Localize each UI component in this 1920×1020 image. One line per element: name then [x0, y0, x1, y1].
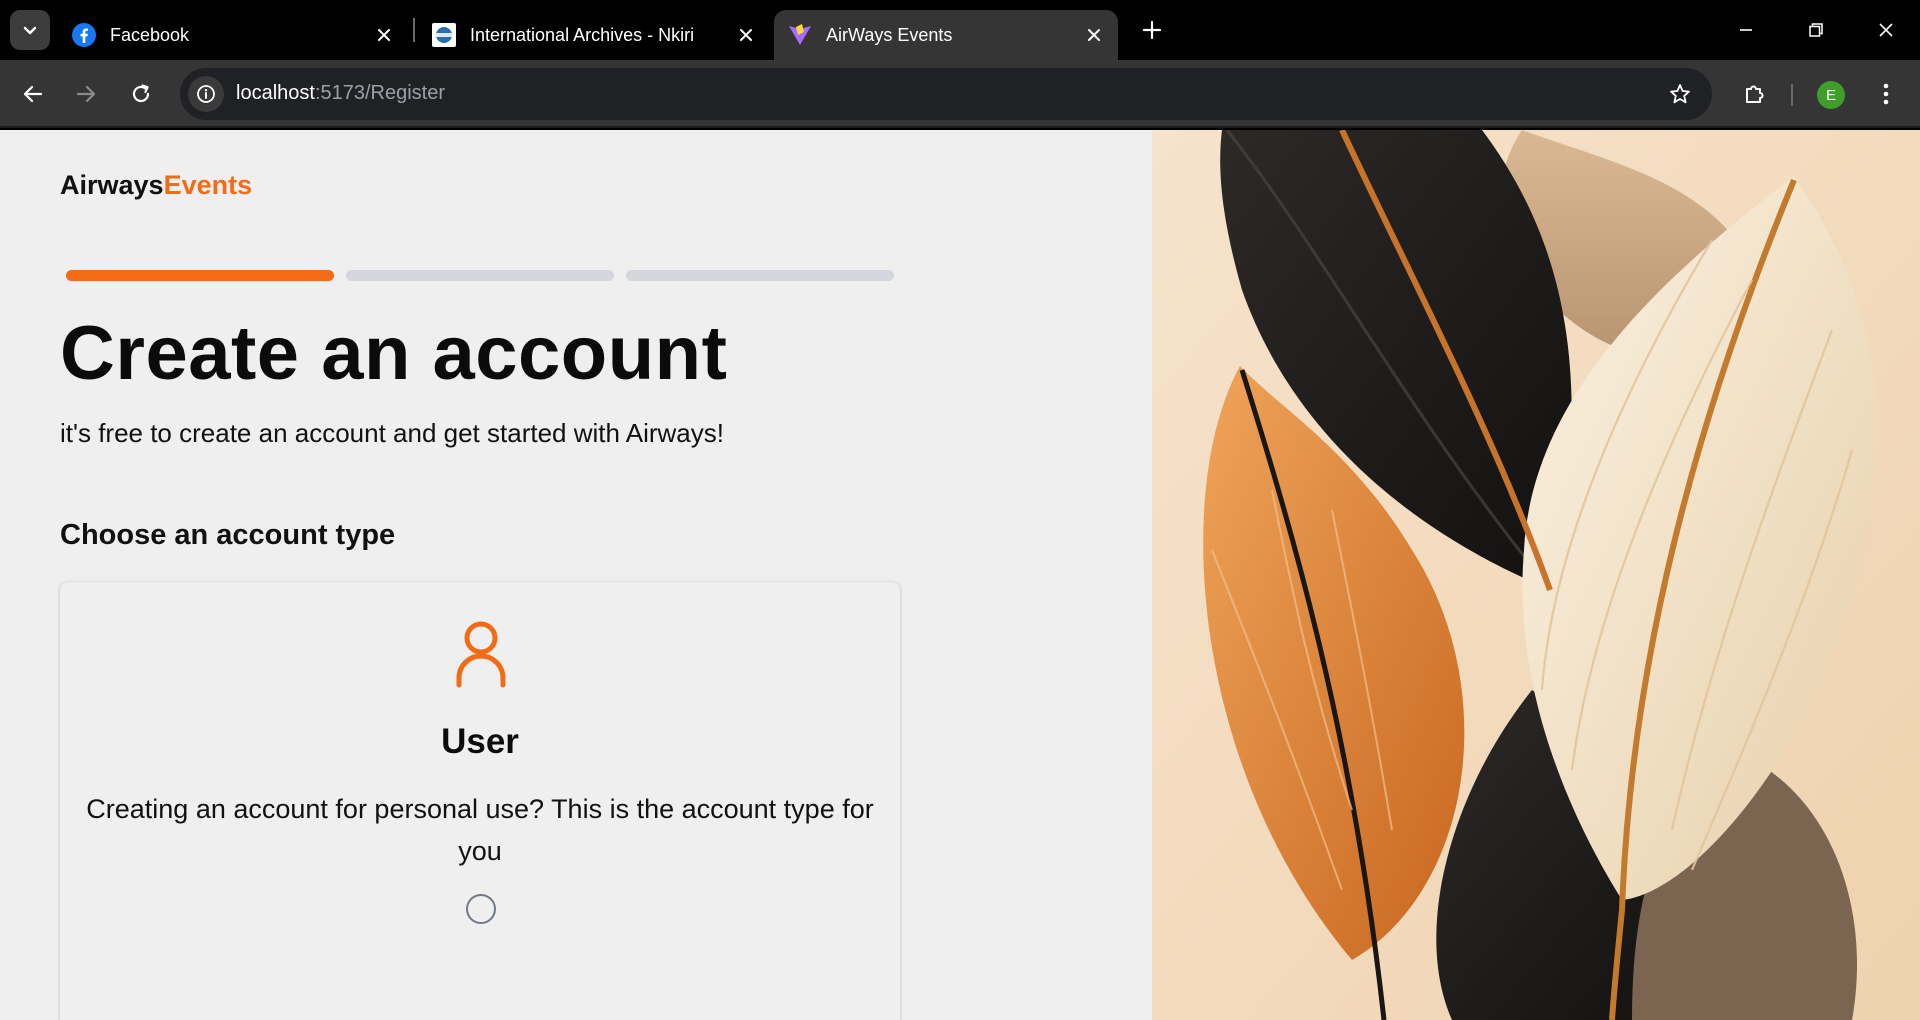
card-description: Creating an account for personal use? Th…	[86, 794, 874, 866]
url-path: :5173/Register	[314, 82, 446, 104]
reload-icon	[132, 84, 150, 103]
arrow-right-icon	[76, 85, 96, 103]
address-bar[interactable]: localhost:5173/Register	[180, 68, 1712, 120]
arrow-left-icon	[23, 85, 43, 103]
account-type-card-user[interactable]: User Creating an account for personal us…	[60, 582, 900, 1020]
url-text[interactable]: localhost:5173/Register	[236, 82, 445, 105]
progress-step-1	[66, 270, 334, 281]
plus-icon	[1142, 20, 1162, 40]
tab-separator	[413, 18, 415, 42]
brand-accent: Events	[163, 170, 253, 200]
vite-icon	[789, 24, 811, 45]
more-vertical-icon	[1883, 83, 1889, 105]
user-icon	[456, 621, 506, 688]
page-viewport: AirwaysEvents Create an account it's fre…	[0, 130, 1920, 1020]
restore-icon	[1809, 23, 1823, 37]
tab-airways-events[interactable]: AirWays Events	[774, 10, 1118, 60]
register-panel: AirwaysEvents Create an account it's fre…	[0, 130, 1152, 1020]
progress-step-3	[626, 270, 894, 281]
brand-logo[interactable]: AirwaysEvents	[60, 170, 252, 201]
close-icon	[740, 29, 752, 41]
minimize-icon	[1740, 29, 1752, 31]
tab-close-button[interactable]	[370, 21, 398, 49]
star-icon	[1670, 84, 1690, 104]
browser-toolbar: localhost:5173/Register E	[0, 60, 1920, 128]
close-icon	[1088, 29, 1100, 41]
brand-primary: Airways	[60, 170, 164, 200]
chevron-down-icon	[23, 26, 37, 35]
toolbar-separator	[1791, 84, 1793, 106]
back-button[interactable]	[13, 74, 53, 114]
tab-title: AirWays Events	[826, 24, 953, 45]
step-progress	[66, 270, 894, 282]
nkiri-icon	[432, 23, 456, 47]
forward-button[interactable]	[66, 74, 106, 114]
page-subtitle: it's free to create an account and get s…	[60, 418, 724, 448]
tab-strip: Facebook International Archives - Nkiri …	[0, 0, 1920, 60]
tab-close-button[interactable]	[1080, 21, 1108, 49]
tab-search-button[interactable]	[10, 10, 50, 50]
restore-button[interactable]	[1794, 8, 1838, 52]
progress-step-2	[346, 270, 614, 281]
leaf-artwork	[1152, 130, 1920, 1020]
bookmark-button[interactable]	[1662, 76, 1698, 112]
close-icon	[378, 29, 390, 41]
tab-nkiri[interactable]: International Archives - Nkiri	[418, 10, 770, 60]
new-tab-button[interactable]	[1134, 12, 1170, 48]
close-icon	[1879, 23, 1893, 37]
tab-title: International Archives - Nkiri	[470, 24, 695, 45]
decorative-leaf-illustration	[1152, 130, 1920, 1020]
tab-facebook[interactable]: Facebook	[58, 10, 408, 60]
site-info-button[interactable]	[188, 76, 224, 112]
browser-menu-button[interactable]	[1866, 74, 1906, 114]
account-type-radio[interactable]	[466, 894, 496, 924]
puzzle-icon	[1746, 85, 1764, 103]
extensions-button[interactable]	[1734, 74, 1774, 114]
page-title: Create an account	[60, 311, 728, 396]
facebook-icon	[72, 23, 96, 47]
url-host: localhost	[236, 82, 315, 104]
profile-avatar[interactable]: E	[1817, 81, 1845, 109]
reload-button[interactable]	[121, 74, 161, 114]
card-title: User	[441, 722, 519, 761]
tab-title: Facebook	[110, 24, 190, 45]
minimize-button[interactable]	[1724, 8, 1768, 52]
account-type-label: Choose an account type	[60, 519, 396, 551]
info-icon	[197, 85, 215, 103]
close-window-button[interactable]	[1864, 8, 1908, 52]
tab-close-button[interactable]	[732, 21, 760, 49]
